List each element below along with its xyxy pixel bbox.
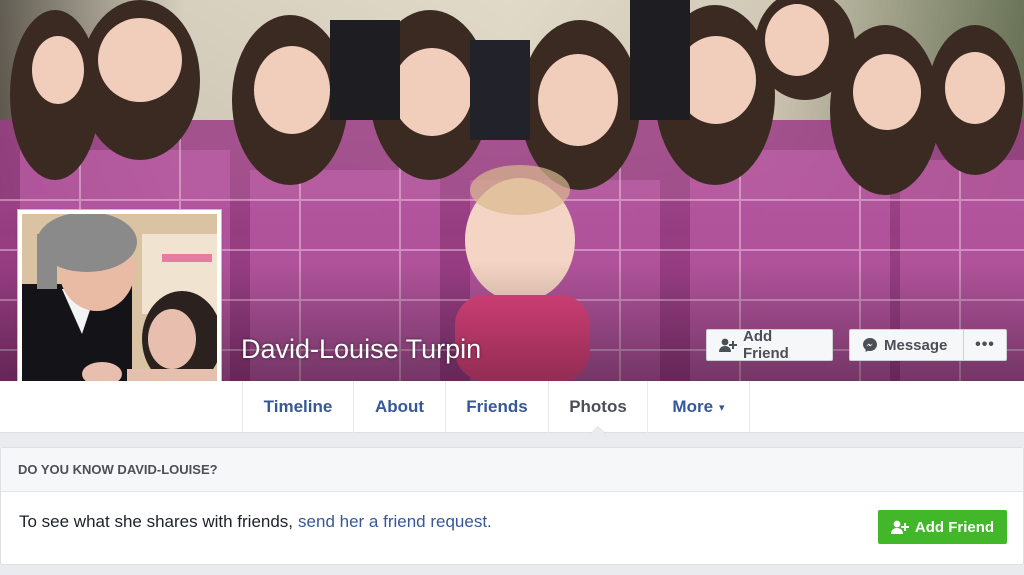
tab-about[interactable]: About (353, 381, 445, 433)
tab-friends[interactable]: Friends (445, 381, 548, 433)
message-button[interactable]: Message (849, 329, 963, 361)
add-friend-icon (719, 338, 737, 352)
friend-request-link[interactable]: send her a friend request. (298, 512, 492, 531)
profile-name[interactable]: David-Louise Turpin (241, 331, 481, 367)
tab-timeline[interactable]: Timeline (242, 381, 353, 433)
messenger-icon (862, 337, 878, 353)
profile-tabs: Timeline About Friends Photos More ▾ (242, 381, 750, 434)
tab-label: Friends (466, 397, 528, 416)
add-friend-button[interactable]: Add Friend (706, 328, 833, 362)
tab-label: Timeline (263, 397, 333, 416)
add-friend-green-label: Add Friend (914, 518, 995, 536)
more-options-button[interactable]: ••• (963, 329, 1007, 361)
tab-label: About (374, 397, 425, 416)
add-friend-label: Add Friend (743, 328, 789, 362)
tab-label: Photos (569, 397, 627, 416)
do-you-know-card: DO YOU KNOW DAVID-LOUISE? To see what sh… (0, 447, 1024, 565)
message-label: Message (884, 336, 948, 354)
more-dots-icon: ••• (975, 336, 995, 353)
card-text: To see what she shares with friends, (19, 512, 294, 531)
card-body: To see what she shares with friends, send… (1, 492, 1023, 564)
tab-photos[interactable]: Photos (548, 381, 647, 434)
card-message: To see what she shares with friends, send… (19, 512, 492, 532)
profile-picture-image (22, 214, 217, 408)
caret-down-icon: ▾ (719, 401, 725, 414)
profile-nav-bar: Timeline About Friends Photos More ▾ (0, 381, 1024, 434)
tab-more[interactable]: More ▾ (647, 381, 750, 433)
card-title: DO YOU KNOW DAVID-LOUISE? (1, 448, 1023, 492)
add-friend-green-button[interactable]: Add Friend (878, 510, 1007, 544)
add-friend-icon (890, 520, 909, 534)
tab-label: More (672, 397, 714, 416)
